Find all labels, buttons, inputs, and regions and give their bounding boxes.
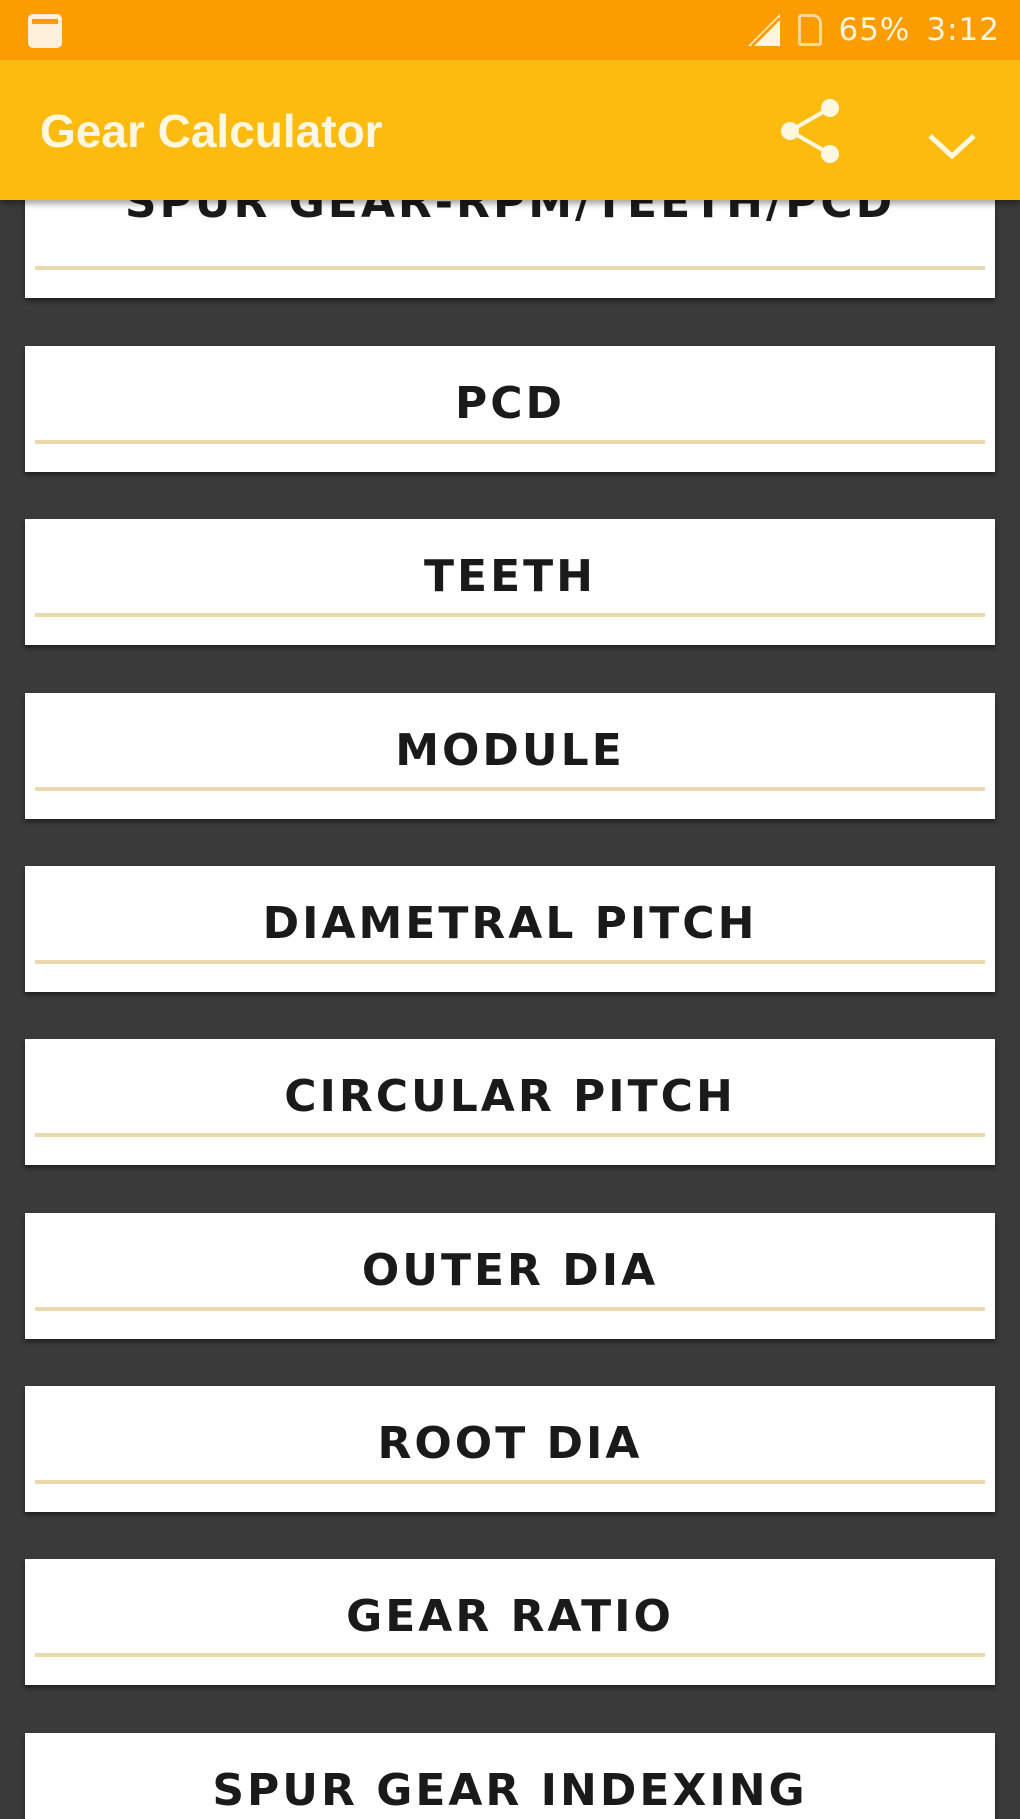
- notification-icon: [28, 14, 62, 48]
- sim-icon: [798, 14, 823, 46]
- item-underline: [35, 1307, 985, 1311]
- share-icon[interactable]: [776, 96, 846, 166]
- menu-item-gear-ratio[interactable]: GEAR RATIO: [25, 1559, 995, 1685]
- item-underline: [35, 266, 985, 270]
- app-title: Gear Calculator: [40, 105, 383, 157]
- menu-list: SPUR GEAR-RPM/TEETH/PCD PCD TEETH MODULE…: [0, 200, 1020, 1819]
- menu-item-label: DIAMETRAL PITCH: [262, 898, 758, 949]
- status-bar: 65% 3:12: [0, 0, 1020, 60]
- menu-item-label: ROOT DIA: [377, 1418, 643, 1469]
- menu-item-label: TEETH: [424, 551, 596, 602]
- menu-item-root-dia[interactable]: ROOT DIA: [25, 1386, 995, 1512]
- item-underline: [35, 1480, 985, 1484]
- app-bar: Gear Calculator: [0, 60, 1020, 200]
- menu-item-label: SPUR GEAR INDEXING: [212, 1765, 808, 1816]
- menu-item-spur-gear-rpm[interactable]: SPUR GEAR-RPM/TEETH/PCD: [25, 200, 995, 298]
- battery-percent: 65%: [838, 12, 911, 48]
- item-underline: [35, 1653, 985, 1657]
- menu-item-diametral-pitch[interactable]: DIAMETRAL PITCH: [25, 866, 995, 992]
- menu-item-module[interactable]: MODULE: [25, 693, 995, 819]
- status-indicators: 65% 3:12: [746, 0, 1000, 60]
- signal-icon: [746, 12, 782, 48]
- menu-item-outer-dia[interactable]: OUTER DIA: [25, 1213, 995, 1339]
- menu-item-label: MODULE: [395, 725, 625, 776]
- clock: 3:12: [926, 12, 1000, 48]
- menu-item-pcd[interactable]: PCD: [25, 346, 995, 472]
- chevron-down-icon[interactable]: [924, 128, 980, 164]
- item-underline: [35, 1133, 985, 1137]
- menu-item-label: SPUR GEAR-RPM/TEETH/PCD: [124, 200, 896, 228]
- item-underline: [35, 440, 985, 444]
- menu-item-circular-pitch[interactable]: CIRCULAR PITCH: [25, 1039, 995, 1165]
- item-underline: [35, 787, 985, 791]
- menu-item-label: CIRCULAR PITCH: [284, 1071, 736, 1122]
- item-underline: [35, 960, 985, 964]
- menu-item-label: PCD: [454, 378, 566, 429]
- menu-item-label: GEAR RATIO: [346, 1591, 674, 1642]
- menu-item-label: OUTER DIA: [361, 1245, 659, 1296]
- menu-item-teeth[interactable]: TEETH: [25, 519, 995, 645]
- item-underline: [35, 613, 985, 617]
- menu-item-spur-gear-indexing[interactable]: SPUR GEAR INDEXING: [25, 1733, 995, 1819]
